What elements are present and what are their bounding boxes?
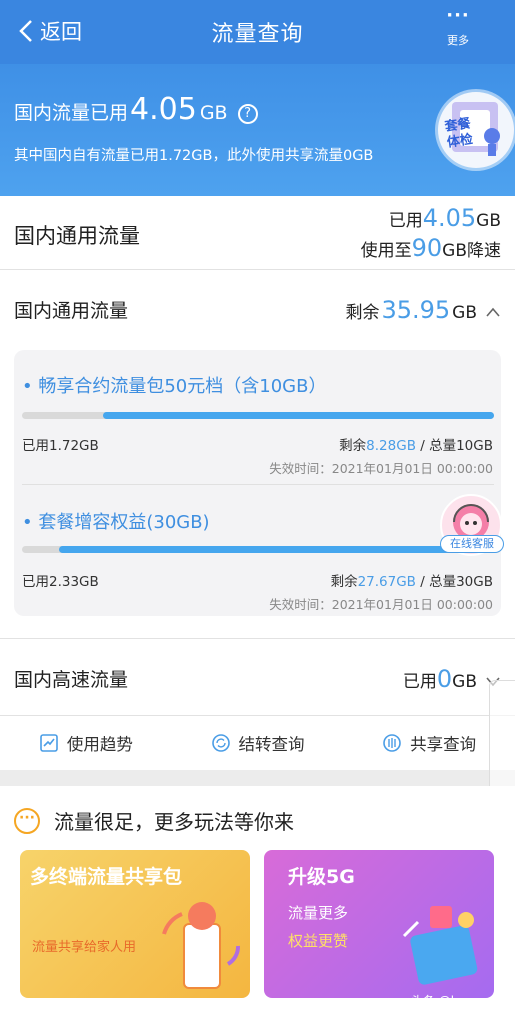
card-title: 升级5G: [288, 866, 355, 888]
online-service-label[interactable]: 在线客服: [440, 535, 504, 553]
package-used: 已用2.33GB: [22, 574, 99, 590]
package-name: • 畅享合约流量包50元档（含10GB）: [22, 376, 327, 397]
package-progress-bar: [22, 412, 494, 419]
package-remaining: 剩余27.67GB / 总量30GB: [330, 574, 493, 590]
card-text: 权益更赞: [288, 932, 349, 950]
usage-trend-button[interactable]: 使用趋势: [0, 716, 172, 770]
package-progress-bar: [22, 546, 494, 553]
multi-device-share-card[interactable]: 多终端流量共享包 流量共享给家人用: [20, 850, 250, 998]
help-icon[interactable]: ?: [237, 104, 258, 124]
quick-actions: 使用趋势 结转查询 共享查询: [0, 716, 515, 770]
package-expire: 失效时间：2021年01月01日 00:00:00: [269, 597, 493, 612]
promo-heading: ··· 流量很足，更多玩法等你来: [14, 806, 294, 835]
general-detail-toggle[interactable]: 剩余 35.95 GB: [345, 296, 501, 324]
throttle-value: 90: [411, 234, 443, 262]
top-bar: 返回 流量查询 ··· 更多: [0, 0, 515, 64]
share-icon: [383, 734, 401, 752]
5g-phone-illustration-icon: [402, 906, 478, 985]
usage-value: 4.05: [130, 92, 197, 127]
refresh-icon: [211, 734, 230, 752]
page-title: 流量查询: [211, 22, 304, 47]
package-progress-fill: [58, 546, 494, 553]
highspeed-used: 已用 0 GB: [403, 665, 501, 693]
general-title: 国内通用流量: [14, 224, 140, 248]
chevron-up-icon: [486, 307, 500, 317]
upgrade-5g-card[interactable]: 升级5G 流量更多 权益更赞: [264, 850, 494, 998]
highspeed-used-value: 0: [436, 665, 453, 693]
package-name: • 套餐增容权益(30GB): [22, 512, 210, 533]
usage-prefix: 国内流量已用: [14, 102, 129, 124]
usage-card: 国内通用流量 已用4.05GB 使用至90GB降速 国内通用流量 剩余 35.9…: [0, 196, 515, 770]
highspeed-title: 国内高速流量: [14, 669, 129, 691]
card-title: 多终端流量共享包: [30, 866, 183, 888]
general-used: 已用4.05GB: [388, 204, 501, 232]
phone-share-illustration-icon: [162, 902, 240, 989]
trend-icon: [40, 734, 58, 752]
divider: [22, 484, 494, 485]
general-usage-row: 国内通用流量 已用4.05GB 使用至90GB降速: [0, 196, 515, 270]
more-dots-icon: ···: [446, 5, 470, 26]
throttle-limit: 使用至90GB降速: [360, 234, 501, 262]
more-label: 更多: [447, 34, 469, 47]
card-text: 流量共享给家人用: [32, 940, 137, 955]
card-text: 流量更多: [288, 904, 349, 922]
package-expire: 失效时间：2021年01月01日 00:00:00: [269, 461, 493, 476]
package-remaining: 剩余8.28GB / 总量10GB: [339, 438, 493, 454]
package-used: 已用1.72GB: [22, 438, 99, 454]
plan-checkup-badge[interactable]: 套餐 体检: [438, 92, 514, 168]
package-panel: • 畅享合约流量包50元档（含10GB） 已用1.72GB 剩余8.28GB /…: [14, 350, 501, 616]
promo-section: ··· 流量很足，更多玩法等你来 多终端流量共享包 流量共享给家人用 升级5G …: [0, 786, 515, 1012]
general-detail-title: 国内通用流量: [14, 300, 129, 322]
remaining-value: 35.95: [381, 296, 451, 324]
highspeed-row[interactable]: 国内高速流量 已用 0 GB: [0, 638, 515, 716]
watermark: 头条 @bangyou: [410, 994, 503, 1008]
checkup-text: 套餐 体检: [443, 116, 474, 151]
total-usage: 国内流量已用 4.05 GB ?: [14, 92, 258, 127]
usage-banner: 国内流量已用 4.05 GB ? 其中国内自有流量已用1.72GB，此外使用共享…: [0, 64, 515, 196]
general-used-value: 4.05: [422, 204, 477, 232]
usage-detail: 其中国内自有流量已用1.72GB，此外使用共享流量0GB: [14, 148, 374, 164]
package-progress-fill: [103, 412, 494, 419]
carryover-query-button[interactable]: 结转查询: [172, 716, 344, 770]
more-button[interactable]: ··· 更多: [441, 5, 475, 48]
usage-unit: GB: [199, 102, 228, 124]
more-dots-icon: ···: [14, 807, 40, 834]
